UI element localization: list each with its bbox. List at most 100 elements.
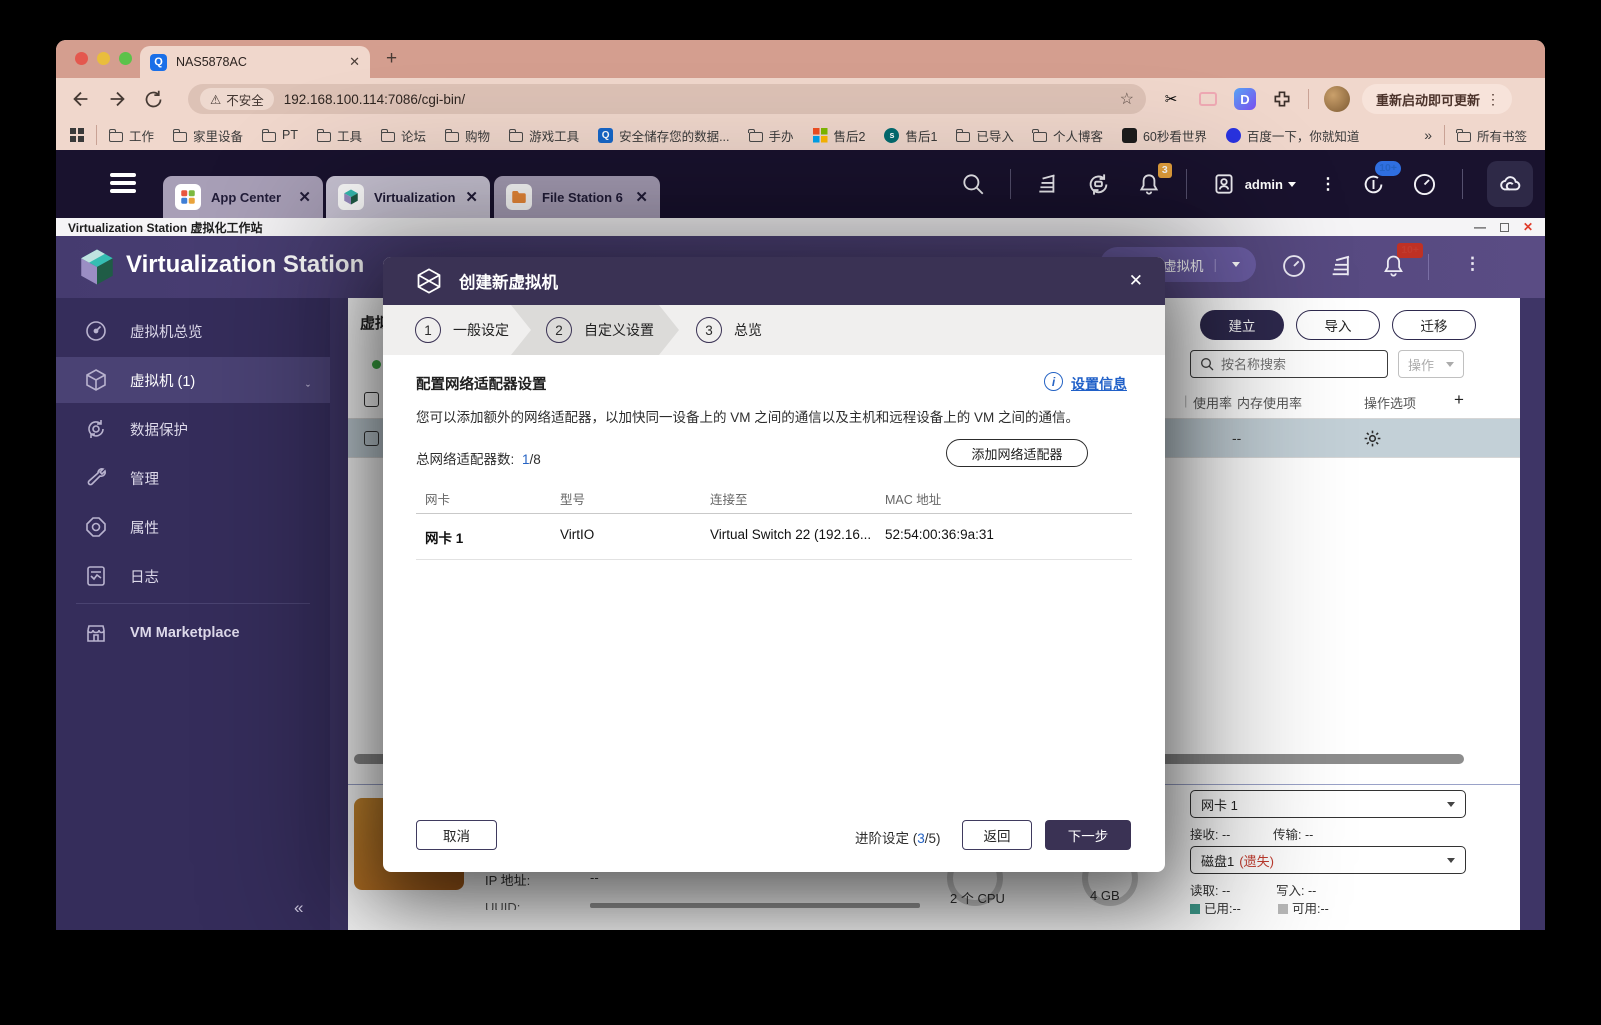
back-button[interactable]: 返回 [962,820,1032,850]
row-checkbox[interactable] [364,431,379,446]
select-all-checkbox[interactable] [364,392,379,407]
more-options-icon[interactable]: ⋮ [1320,174,1336,194]
profile-avatar[interactable] [1324,86,1350,112]
traffic-close-button[interactable] [75,52,88,65]
search-icon[interactable] [960,171,986,197]
advanced-settings-label[interactable]: 进阶设定 (3/5) [855,827,941,847]
sidebar-item-vm[interactable]: 虚拟机 (1) ˬ [56,357,330,403]
bookmark-star-icon[interactable]: ☆ [1120,89,1134,109]
desktop-tab-virtualization[interactable]: Virtualization ... ✕ [326,176,490,218]
bookmark-item[interactable]: 个人博客 [1033,126,1103,145]
step-number: 1 [415,317,441,343]
url-text[interactable]: 192.168.100.114:7086/cgi-bin/ [284,92,1120,107]
d-extension-icon[interactable]: D [1234,88,1256,110]
bookmark-label: 60秒看世界 [1143,126,1207,145]
close-icon[interactable]: ✕ [1523,220,1533,234]
tv-extension-icon[interactable] [1199,92,1217,106]
add-column-button[interactable]: + [1454,390,1464,410]
bookmark-item[interactable]: 工具 [317,126,362,145]
dashboard-gauge-icon[interactable] [1411,171,1438,198]
all-bookmarks-button[interactable]: 所有书签 [1457,126,1527,145]
step-custom-settings[interactable]: 2 自定义设置 [546,305,654,355]
chrome-menu-icon[interactable]: ⋮ [1480,91,1506,108]
info-icon[interactable]: i [1044,372,1063,391]
minimize-icon[interactable]: — [1474,220,1486,234]
new-tab-button[interactable]: + [386,48,397,70]
migrate-button[interactable]: 迁移 [1392,310,1476,340]
bookmark-item[interactable]: 已导入 [956,126,1014,145]
bookmark-item[interactable]: 游戏工具 [509,126,579,145]
traffic-minimize-button[interactable] [97,52,110,65]
sidebar-item-vm-marketplace[interactable]: VM Marketplace [56,610,330,656]
column-memory[interactable]: 内存使用率 [1237,393,1302,412]
desktop-tab-appcenter[interactable]: App Center ✕ [163,176,323,218]
sidebar-collapse-button[interactable]: « [294,898,301,918]
bookmark-item[interactable]: 工作 [109,126,154,145]
settings-info-link[interactable]: 设置信息 [1071,374,1127,394]
disk-dropdown[interactable]: 磁盘1 (遗失) [1190,846,1466,874]
app-center-icon [175,184,201,210]
myqnapcloud-icon[interactable] [1487,161,1533,207]
step-overview[interactable]: 3 总览 [696,305,762,355]
search-box[interactable] [1190,350,1388,378]
app-bell-icon[interactable]: 10+ [1380,252,1407,279]
bookmark-item[interactable]: PT [262,128,298,142]
security-chip[interactable]: ⚠ 不安全 [200,88,274,110]
resource-monitor-icon[interactable]: 10+ [1360,171,1387,198]
bookmark-item[interactable]: 60秒看世界 [1122,126,1207,145]
import-button[interactable]: 导入 [1296,310,1380,340]
column-actions[interactable]: 操作选项 [1364,393,1416,412]
create-button[interactable]: 建立 [1200,310,1284,340]
bookmark-item[interactable]: 安全储存您的数据... [598,126,729,145]
add-adapter-button[interactable]: 添加网络适配器 [946,439,1088,467]
performance-gauge-icon[interactable] [1280,252,1308,280]
tab-close-icon[interactable]: ✕ [349,54,360,70]
forward-button[interactable] [104,86,130,112]
sidebar-item-management[interactable]: 管理 [56,455,330,501]
bookmark-item[interactable]: 论坛 [381,126,426,145]
external-device-sync-icon[interactable] [1085,171,1112,198]
nic-dropdown-label: 网卡 1 [1201,795,1238,814]
apps-grid-icon[interactable] [70,128,84,142]
bookmark-item[interactable]: 售后2 [813,126,866,145]
sidebar-item-logs[interactable]: 日志 [56,553,330,599]
actions-dropdown[interactable]: 操作 [1398,350,1464,378]
tab-close-icon[interactable]: ✕ [465,188,478,206]
main-menu-icon[interactable] [110,173,136,197]
notifications-bell-icon[interactable]: 3 [1136,171,1162,197]
sidebar-item-data-protection[interactable]: 数据保护 [56,406,330,452]
admin-user-icon[interactable]: admin [1211,171,1296,197]
traffic-zoom-button[interactable] [119,52,132,65]
puzzle-extensions-icon[interactable] [1271,88,1293,110]
app-more-icon[interactable]: ⋮ [1464,254,1481,274]
update-button[interactable]: 重新启动即可更新 ⋮ [1362,84,1512,114]
sidebar-item-properties[interactable]: 属性 [56,504,330,550]
search-input[interactable] [1221,357,1361,372]
row-settings-gear-icon[interactable] [1362,428,1383,449]
background-tasks-icon[interactable] [1035,171,1061,197]
task-log-icon[interactable] [1328,252,1356,280]
tab-close-icon[interactable]: ✕ [298,188,311,206]
restore-icon[interactable] [1500,223,1509,232]
modal-close-icon[interactable]: ✕ [1129,271,1143,291]
scissors-extension-icon[interactable]: ✂ [1160,88,1182,110]
url-bar[interactable]: ⚠ 不安全 192.168.100.114:7086/cgi-bin/ ☆ [188,84,1146,114]
bookmark-item[interactable]: 购物 [445,126,490,145]
bookmark-item[interactable]: 家里设备 [173,126,243,145]
next-button[interactable]: 下一步 [1045,820,1131,850]
browser-tab[interactable]: Q NAS5878AC ✕ [140,46,370,78]
bookmarks-overflow-button[interactable]: » [1424,127,1432,143]
nic-dropdown[interactable]: 网卡 1 [1190,790,1466,818]
reload-button[interactable] [140,86,166,112]
desktop-tab-filestation[interactable]: File Station 6 ✕ [494,176,660,218]
bookmark-item[interactable]: 手办 [749,126,794,145]
step-general[interactable]: 1 一般设定 [415,305,509,355]
sidebar-item-vm-overview[interactable]: 虚拟机总览 [56,308,330,354]
chevron-down-icon [1446,362,1454,367]
bookmark-item[interactable]: 售后1 [884,126,937,145]
cancel-button[interactable]: 取消 [416,820,497,850]
tab-close-icon[interactable]: ✕ [635,188,648,206]
bookmark-item[interactable]: 百度一下，你就知道 [1226,126,1360,145]
bookmark-icon [884,128,899,143]
back-button[interactable] [68,86,94,112]
